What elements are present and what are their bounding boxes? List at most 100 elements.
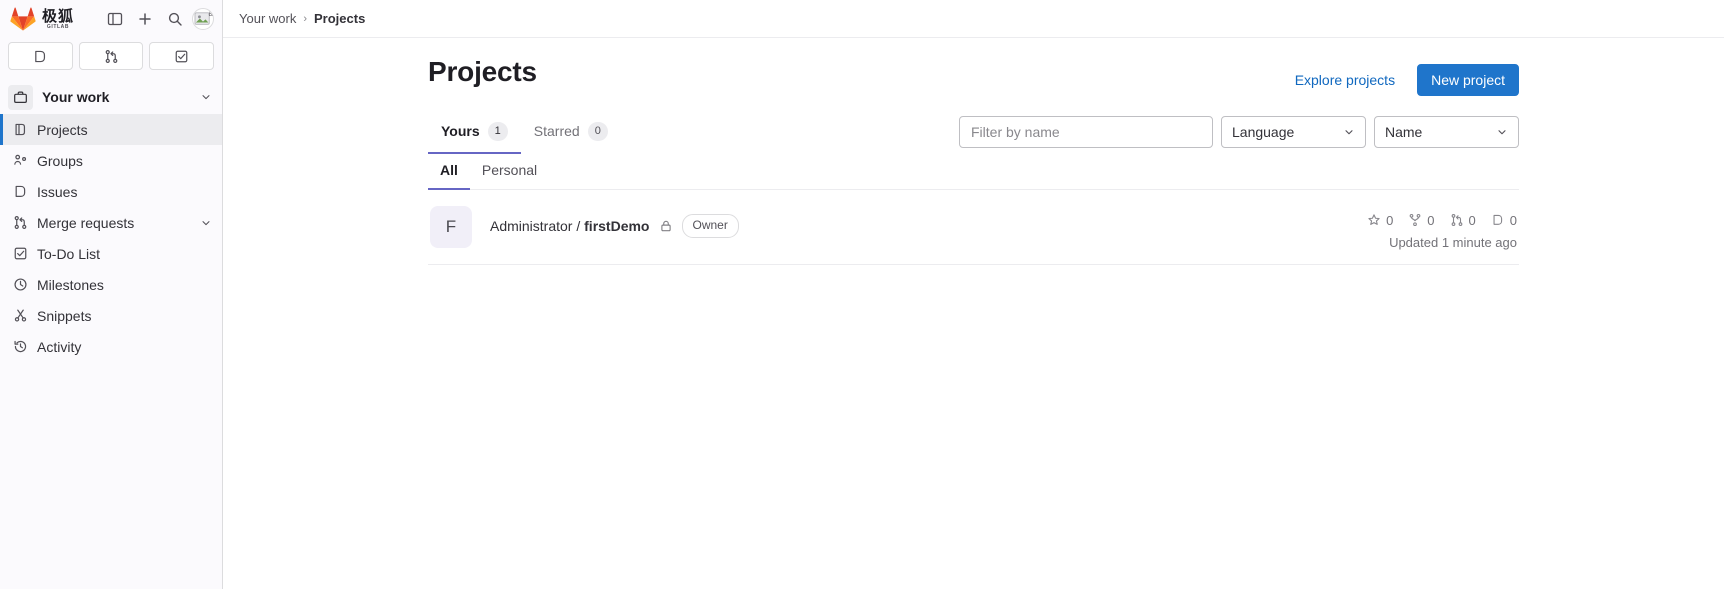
sidebar-section-your-work[interactable]: Your work [0, 80, 222, 114]
page-title: Projects [428, 56, 537, 87]
explore-projects-link[interactable]: Explore projects [1291, 66, 1399, 94]
project-title-line: Administrator / firstDemo Owner [490, 213, 1349, 238]
sidebar-item-label: Issues [37, 183, 78, 200]
toggle-sidebar-button[interactable] [102, 6, 128, 32]
filter-controls: Language Name [959, 114, 1519, 148]
issues-icon [12, 184, 28, 200]
gitlab-app: 极狐 GITLAB a Your work Projects Groups Is… [0, 0, 1724, 589]
merge-request-icon [12, 215, 28, 231]
project-updated-timestamp: Updated 1 minute ago [1389, 234, 1517, 250]
create-new-button[interactable] [132, 6, 158, 32]
history-icon [12, 339, 28, 355]
tab-count: 0 [587, 122, 608, 141]
main-content: Your work › Projects Projects Explore pr… [223, 0, 1724, 589]
shortcut-issues[interactable] [8, 42, 73, 70]
sidebar-item-label: Groups [37, 152, 83, 169]
shortcut-todos[interactable] [149, 42, 215, 70]
new-project-button[interactable]: New project [1417, 64, 1519, 96]
stat-issues[interactable]: 0 [1491, 213, 1517, 228]
search-button[interactable] [162, 6, 188, 32]
sidebar-header: 极狐 GITLAB a [0, 0, 222, 38]
project-avatar[interactable]: F [430, 205, 472, 248]
project-stats: 0 0 0 0 [1367, 213, 1517, 228]
sidebar-item-label: Snippets [37, 307, 92, 324]
breadcrumb-current[interactable]: Projects [314, 11, 365, 26]
subtab-personal[interactable]: Personal [470, 153, 549, 190]
stat-value: 0 [1468, 212, 1476, 228]
group-icon [12, 153, 28, 169]
tab-label: Yours [441, 123, 480, 140]
project-filter-subtabs: All Personal [428, 153, 1519, 190]
gitlab-tanuki-icon [10, 7, 36, 31]
stat-forks[interactable]: 0 [1408, 212, 1435, 228]
issues-icon [1493, 215, 1502, 226]
shortcut-merge-requests[interactable] [78, 42, 144, 70]
sidebar-item-label: Milestones [37, 276, 104, 293]
page-container: Projects Explore projects New project Yo… [251, 38, 1696, 265]
tab-yours[interactable]: Yours 1 [428, 114, 521, 154]
breadcrumb: Your work › Projects [223, 0, 1724, 38]
brand-subtitle: GITLAB [46, 23, 70, 30]
todo-check-icon [175, 50, 188, 62]
scissors-icon [12, 308, 28, 324]
stat-merge-requests[interactable]: 0 [1450, 213, 1476, 228]
breadcrumb-parent[interactable]: Your work [239, 11, 296, 26]
sidebar-nav: Your work Projects Groups Issues Merge r… [0, 78, 222, 589]
search-input[interactable] [959, 116, 1213, 148]
page-header: Projects Explore projects New project [428, 38, 1519, 100]
chevron-down-icon [1345, 130, 1353, 135]
chevron-down-icon [202, 220, 210, 225]
plus-icon [139, 13, 151, 25]
project-icon [12, 122, 28, 138]
sidebar-item-projects[interactable]: Projects [0, 114, 222, 145]
todo-check-icon [12, 246, 28, 262]
status-badge: Owner [681, 213, 739, 238]
project-list: F Administrator / firstDemo Owner 0 0 0 … [428, 190, 1519, 265]
sidebar-item-label: Merge requests [37, 214, 135, 231]
sidebar-item-snippets[interactable]: Snippets [0, 300, 222, 331]
sidebar-item-label: To-Do List [37, 245, 101, 262]
language-filter-label: Language [1232, 124, 1295, 140]
project-info: Administrator / firstDemo Owner [490, 206, 1349, 238]
issues-icon [35, 50, 45, 62]
project-meta: 0 0 0 0 Updated 1 minute ago [1367, 206, 1517, 250]
sidebar-item-merge-requests[interactable]: Merge requests [0, 207, 222, 238]
sidebar: 极狐 GITLAB a Your work Projects Groups Is… [0, 0, 223, 589]
sort-label: Name [1385, 124, 1423, 140]
tab-label: Starred [533, 123, 580, 140]
sidebar-item-todo-list[interactable]: To-Do List [0, 238, 222, 269]
merge-request-icon [105, 49, 117, 63]
brand-logo[interactable]: 极狐 GITLAB [10, 7, 98, 31]
stat-value: 0 [1386, 212, 1394, 228]
sidebar-item-milestones[interactable]: Milestones [0, 269, 222, 300]
tab-starred[interactable]: Starred 0 [521, 114, 621, 154]
sidebar-item-label: Activity [37, 338, 82, 355]
user-avatar[interactable]: a [192, 8, 214, 30]
sidebar-item-issues[interactable]: Issues [0, 176, 222, 207]
table-row: F Administrator / firstDemo Owner 0 0 0 … [428, 190, 1519, 264]
sidebar-item-activity[interactable]: Activity [0, 331, 222, 362]
stat-stars[interactable]: 0 [1367, 213, 1393, 228]
stat-value: 0 [1427, 212, 1435, 228]
breadcrumb-separator: › [303, 12, 307, 25]
brand-text: 极狐 GITLAB [42, 9, 74, 30]
sidebar-section-label: Your work [42, 89, 110, 105]
page-body: Projects Explore projects New project Yo… [223, 38, 1724, 589]
tabs-and-filters: Yours 1 Starred 0 Language [428, 114, 1519, 154]
project-name: firstDemo [584, 217, 650, 234]
avatar-alt-text: a [208, 9, 213, 18]
language-filter-dropdown[interactable]: Language [1221, 116, 1366, 148]
subtab-list: All Personal [428, 153, 1519, 190]
stat-value: 0 [1509, 212, 1517, 228]
chevron-down-icon [1498, 130, 1506, 135]
work-briefcase-icon [8, 84, 33, 110]
sidebar-item-groups[interactable]: Groups [0, 145, 222, 176]
sort-dropdown[interactable]: Name [1374, 116, 1519, 148]
project-scope-tabs: Yours 1 Starred 0 [428, 114, 621, 154]
project-link[interactable]: Administrator / firstDemo [490, 218, 650, 234]
subtab-all[interactable]: All [428, 153, 470, 190]
chevron-down-icon [202, 95, 210, 100]
lock-icon [660, 220, 671, 232]
project-path-separator: / [576, 217, 581, 234]
brand-name: 极狐 [42, 7, 75, 25]
